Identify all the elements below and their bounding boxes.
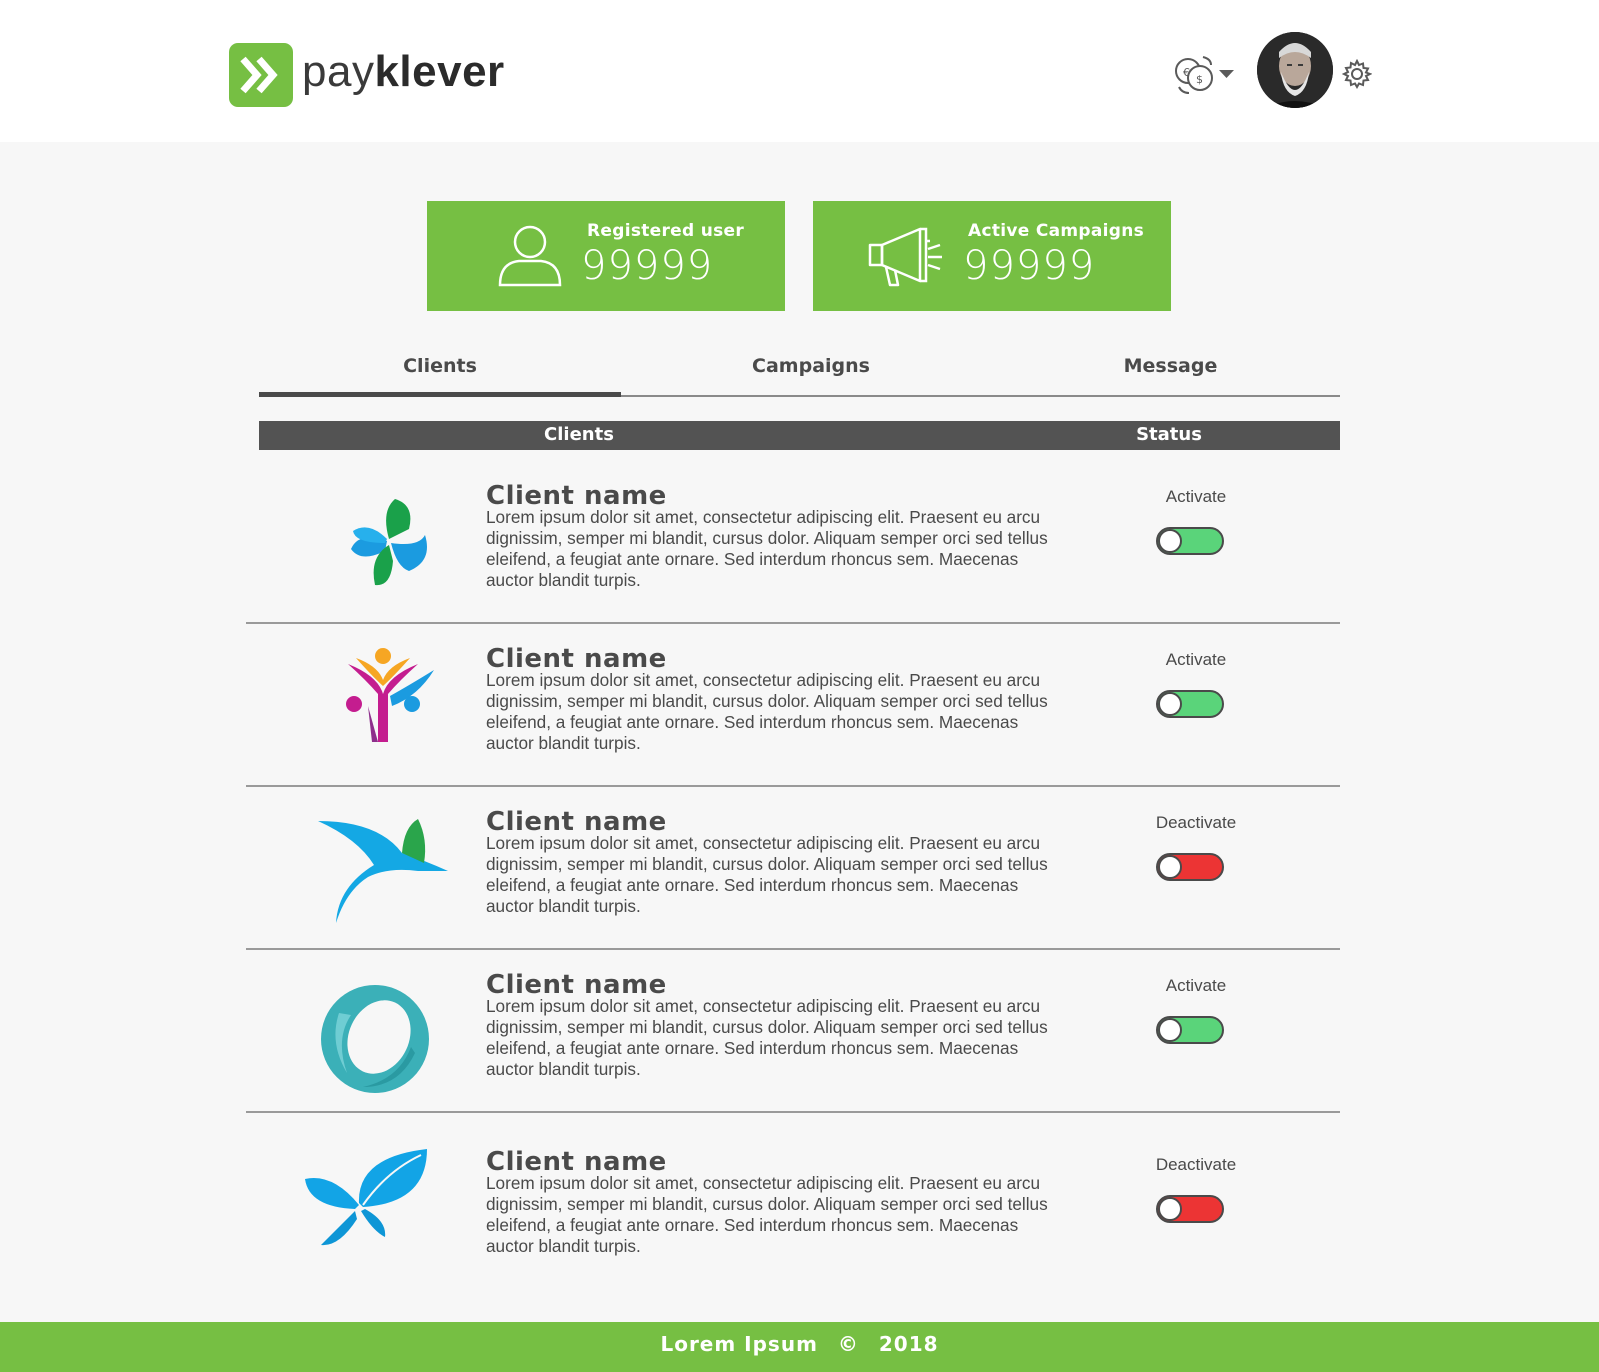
client-description: Lorem ipsum dolor sit amet, consectetur …: [486, 996, 1048, 1079]
main-tabs: Clients Campaigns Message: [259, 345, 1340, 397]
toggle-knob: [1158, 1018, 1182, 1042]
footer-year: 2018: [878, 1332, 939, 1356]
toggle-knob: [1158, 855, 1182, 879]
user-icon: [498, 225, 562, 287]
megaphone-icon: [868, 227, 942, 287]
stat-value: 99999: [963, 243, 1096, 289]
status-label: Deactivate: [1155, 1155, 1237, 1174]
client-description: Lorem ipsum dolor sit amet, consectetur …: [486, 507, 1048, 590]
status-toggle[interactable]: [1156, 1016, 1224, 1044]
toggle-knob: [1158, 529, 1182, 553]
brand-name-bold: klever: [374, 47, 505, 96]
status-label: Activate: [1165, 650, 1227, 669]
status-toggle[interactable]: [1156, 1195, 1224, 1223]
active-campaigns-card: Active Campaigns 99999: [813, 201, 1171, 311]
table-row: Client name Lorem ipsum dolor sit amet, …: [246, 461, 1340, 624]
column-header-status: Status: [1136, 424, 1202, 445]
tab-message[interactable]: Message: [1001, 355, 1340, 377]
table-row: Client name Lorem ipsum dolor sit amet, …: [246, 787, 1340, 950]
bird-logo: [318, 819, 448, 923]
stat-value: 99999: [581, 243, 714, 289]
table-row: Client name Lorem ipsum dolor sit amet, …: [246, 1121, 1340, 1284]
toggle-knob: [1158, 1197, 1182, 1221]
clover-logo: [351, 499, 427, 586]
row-divider: [246, 1111, 1340, 1113]
ring-logo: [321, 985, 429, 1093]
client-description: Lorem ipsum dolor sit amet, consectetur …: [486, 833, 1048, 916]
svg-text:$: $: [1196, 73, 1203, 86]
column-header-clients: Clients: [544, 424, 614, 445]
active-tab-indicator: [259, 392, 621, 397]
status-label: Deactivate: [1155, 813, 1237, 832]
footer-text: Lorem Ipsum: [660, 1332, 818, 1356]
tab-campaigns[interactable]: Campaigns: [621, 355, 1001, 377]
status-toggle[interactable]: [1156, 690, 1224, 718]
status-toggle[interactable]: [1156, 853, 1224, 881]
copyright-symbol: ©: [837, 1332, 859, 1356]
brand-name-light: pay: [302, 47, 375, 96]
chevron-down-icon: [1219, 70, 1234, 78]
tab-clients[interactable]: Clients: [259, 355, 621, 377]
gear-icon[interactable]: [1341, 58, 1373, 90]
client-description: Lorem ipsum dolor sit amet, consectetur …: [486, 670, 1048, 753]
table-row: Client name Lorem ipsum dolor sit amet, …: [246, 624, 1340, 787]
top-header: payklever € $: [0, 0, 1599, 142]
brand-name[interactable]: payklever: [302, 44, 505, 100]
status-label: Activate: [1165, 487, 1227, 506]
user-avatar[interactable]: [1257, 32, 1333, 108]
stat-label: Registered user: [587, 221, 745, 241]
client-description: Lorem ipsum dolor sit amet, consectetur …: [486, 1173, 1048, 1256]
svg-text:€: €: [1183, 66, 1190, 79]
payklever-logo-icon[interactable]: [229, 43, 293, 107]
stat-label: Active Campaigns: [968, 221, 1145, 241]
page-footer: Lorem Ipsum © 2018: [0, 1322, 1599, 1372]
table-header: Clients Status: [259, 421, 1340, 450]
toggle-knob: [1158, 692, 1182, 716]
status-toggle[interactable]: [1156, 527, 1224, 555]
people-logo: [346, 648, 434, 742]
butterfly-logo: [305, 1149, 427, 1246]
registered-user-card: Registered user 99999: [427, 201, 785, 311]
currency-exchange-icon[interactable]: € $: [1173, 53, 1239, 97]
status-label: Activate: [1165, 976, 1227, 995]
table-row: Client name Lorem ipsum dolor sit amet, …: [246, 950, 1340, 1113]
